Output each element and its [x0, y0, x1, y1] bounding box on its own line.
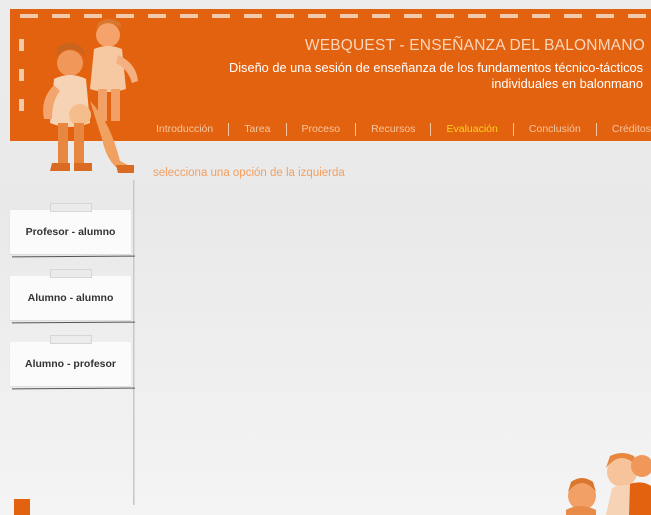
- nav-item-conclusion[interactable]: Conclusión: [529, 123, 581, 135]
- nav-item-proceso[interactable]: Proceso: [302, 123, 341, 135]
- sidebar-divider: [133, 180, 135, 505]
- nav-separator: [430, 122, 432, 136]
- nav-separator: [512, 122, 514, 136]
- sidebar-item-profesor-alumno[interactable]: Profesor - alumno: [10, 203, 131, 254]
- kids-illustration: [43, 19, 138, 173]
- sidebar-item-alumno-profesor[interactable]: Alumno - profesor: [10, 335, 131, 386]
- main-nav: Introducción Tarea Proceso Recursos Eval…: [156, 121, 651, 137]
- nav-separator: [595, 122, 597, 136]
- tape-decoration: [50, 269, 92, 278]
- page-title: WEBQUEST - ENSEÑANZA DEL BALONMANO: [304, 37, 645, 54]
- nav-item-evaluacion[interactable]: Evaluación: [446, 123, 497, 135]
- nav-item-tarea[interactable]: Tarea: [244, 123, 270, 135]
- sidebar-item-label: Profesor - alumno: [25, 226, 116, 238]
- instruction-text: selecciona una opción de la izquierda: [153, 167, 345, 179]
- nav-separator: [285, 122, 287, 136]
- sidebar-item-label: Alumno - alumno: [27, 292, 114, 304]
- kids-corner-illustration: [566, 453, 651, 515]
- sidebar-item-label: Alumno - profesor: [25, 358, 116, 370]
- nav-separator: [355, 122, 357, 136]
- page: WEBQUEST - ENSEÑANZA DEL BALONMANO Diseñ…: [0, 0, 651, 515]
- sidebar-item-alumno-alumno[interactable]: Alumno - alumno: [10, 269, 131, 320]
- tape-decoration: [50, 335, 92, 344]
- dashed-border-left: [19, 39, 24, 119]
- nav-item-introduccion[interactable]: Introducción: [156, 123, 213, 135]
- nav-item-creditos[interactable]: Créditos: [612, 123, 651, 135]
- nav-separator: [228, 122, 230, 136]
- nav-item-recursos[interactable]: Recursos: [371, 123, 415, 135]
- page-subtitle: Diseño de una sesión de enseñanza de los…: [228, 60, 643, 91]
- brand-square: [14, 499, 30, 515]
- tape-decoration: [50, 203, 92, 212]
